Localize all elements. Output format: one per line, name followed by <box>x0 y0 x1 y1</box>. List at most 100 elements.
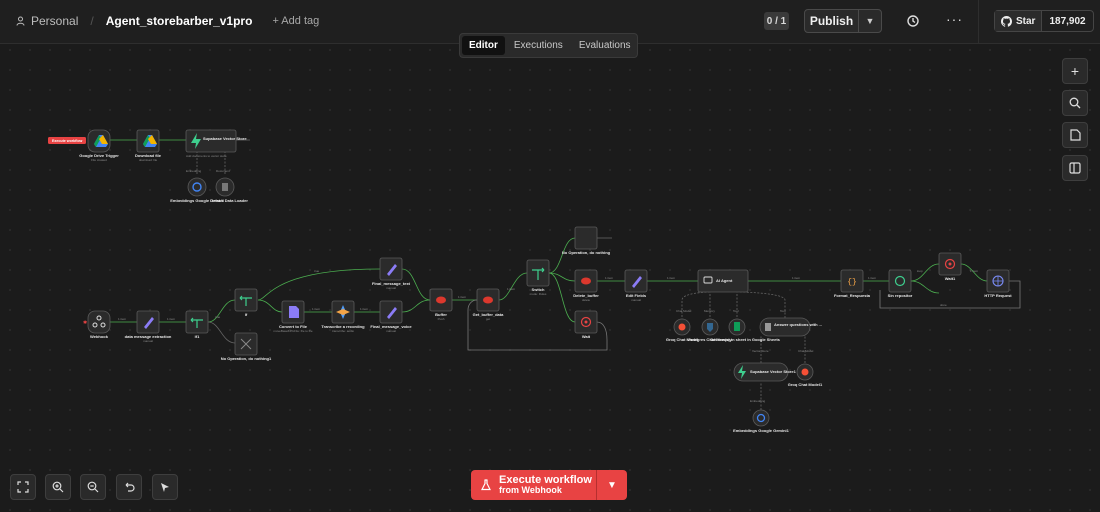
node-edit-fields[interactable]: Edit Fields manual <box>624 269 648 302</box>
redis-icon <box>581 277 591 285</box>
edge <box>257 299 283 313</box>
add-sticky-note-button[interactable] <box>1062 122 1088 148</box>
edge-label: 1 item <box>868 276 877 280</box>
sheets-icon <box>734 322 740 331</box>
node-buffer[interactable]: Buffer Push <box>429 288 453 321</box>
node-label: Embeddings Google Gemini1 <box>733 428 790 433</box>
node-default-data-loader[interactable]: Default Data Loader <box>210 177 248 203</box>
node-label: Supabase Vector Store1 <box>750 369 797 374</box>
tidy-up-icon <box>161 483 169 492</box>
node-supabase-vector-store[interactable]: Supabase Vector Store Add documents to v… <box>185 129 247 158</box>
node-label: HTTP Request <box>984 293 1012 298</box>
node-embeddings-google-gemini-1[interactable]: Embeddings Google Gemini1 <box>733 409 790 433</box>
edge-label: Tool <box>733 309 739 313</box>
node-format-respuesta[interactable]: {} Format_Respuesta <box>834 269 871 298</box>
redis-icon <box>483 296 493 304</box>
node-supabase-vector-store-1[interactable]: Supabase Vector Store1 <box>733 362 797 382</box>
node-groq-chat-model-1[interactable]: Groq Chat Model1 <box>788 363 823 387</box>
edge-label: true <box>215 315 221 319</box>
node-sublabel: delete <box>582 298 591 302</box>
edge <box>401 299 431 313</box>
edge-label: Vector Store <box>752 349 769 353</box>
node-sublabel: download: file <box>139 158 158 162</box>
node-loop[interactable]: Sin repositor <box>888 269 913 298</box>
edge <box>207 321 236 344</box>
edge <box>681 291 711 324</box>
zoom-in-icon <box>52 481 64 493</box>
node-label: Answer questions with ... <box>774 322 822 327</box>
edge-label: 1 item <box>360 307 369 311</box>
node-wait[interactable]: Wait <box>574 310 598 339</box>
trigger-marker-icon: ✱ <box>83 320 87 326</box>
node-sublabel: manual <box>143 339 153 343</box>
node-label: Sin repositor <box>888 293 913 298</box>
node-convert-to-file[interactable]: Convert to File moveBase64ToFile: file t… <box>273 300 313 333</box>
node-label: Wait <box>582 334 591 339</box>
add-node-button[interactable]: + <box>1062 58 1088 84</box>
node-no-operation-1[interactable]: No Operation, do nothing1 <box>221 332 272 361</box>
trigger-badge-label: Execute workflow <box>52 139 83 143</box>
node-label: Format_Respuesta <box>834 293 871 298</box>
node-final-message-voice[interactable]: Final_message_voice manual <box>370 300 412 333</box>
zoom-in-button[interactable] <box>45 474 71 500</box>
redis-icon <box>436 296 446 304</box>
node-delete-buffer[interactable]: Delete_buffer delete <box>573 269 599 302</box>
fit-view-button[interactable] <box>10 474 36 500</box>
undo-button[interactable] <box>116 474 142 500</box>
node-webhook[interactable]: ✱ Webhook <box>83 310 111 339</box>
edge-label: Chat Model <box>798 349 814 353</box>
node-sublabel: manual <box>631 298 641 302</box>
edge <box>910 263 940 282</box>
node-data-message-extraction[interactable]: data message extraction manual <box>125 310 172 343</box>
node-get-buffer-data[interactable]: Get_buffer_data get <box>473 288 504 321</box>
tidy-up-button[interactable] <box>152 474 178 500</box>
node-label: Wait1 <box>945 276 956 281</box>
node-download-file[interactable]: Download file download: file <box>135 129 162 162</box>
workflow-canvas[interactable]: 1 item 1 item true true 1 item 1 item 1 … <box>0 0 1100 512</box>
edge <box>548 237 576 274</box>
edge-label: done <box>940 303 947 307</box>
edge <box>257 268 381 301</box>
edge-label: 1 item <box>458 295 467 299</box>
toggle-panel-button[interactable] <box>1062 155 1088 181</box>
edge-label: Embedding <box>750 399 766 403</box>
node-sublabel: manual <box>386 286 396 290</box>
node-if1[interactable]: If1 <box>185 310 209 339</box>
execute-workflow-button[interactable]: Execute workflow from Webhook <box>471 470 597 500</box>
file-icon <box>289 306 299 318</box>
undo-icon <box>125 482 135 492</box>
node-answer-questions-tool[interactable]: Answer questions with ... <box>759 317 822 337</box>
connections <box>110 139 1021 410</box>
node-ai-agent[interactable]: AI Agent <box>697 269 749 293</box>
search-nodes-button[interactable] <box>1062 90 1088 116</box>
node-label: If1 <box>195 334 200 339</box>
node-switch[interactable]: Switch mode: Rules <box>526 259 550 296</box>
edge-label: 1 item <box>118 317 127 321</box>
execute-options-chevron-icon[interactable]: ▼ <box>597 470 627 500</box>
node-sublabel: Add documents to vector store <box>186 154 227 158</box>
edge <box>739 291 786 318</box>
node-sublabel: manual <box>386 329 396 333</box>
edge-label: 1 item <box>970 269 979 273</box>
node-label: Supabase Vector Store <box>203 136 247 141</box>
node-label: If <box>245 312 248 317</box>
edge-label: Document <box>216 169 230 173</box>
node-sublabel: Push <box>438 317 445 321</box>
node-google-drive-trigger[interactable]: Google Drive Trigger File created <box>79 129 119 162</box>
sticky-note-icon <box>1069 129 1081 141</box>
edge-label: 1 item <box>605 276 614 280</box>
node-label: Get row(s) in sheet in Google Sheets <box>710 337 781 342</box>
zoom-out-button[interactable] <box>80 474 106 500</box>
node-http-request[interactable]: HTTP Request <box>984 269 1012 298</box>
groq-icon <box>801 368 809 376</box>
edge <box>207 299 236 323</box>
execute-sublabel: from Webhook <box>499 485 562 496</box>
edge-label: Tool <box>780 309 786 313</box>
edge-label: Chat Model <box>676 309 692 313</box>
node-final-message-text[interactable]: Final_message_text manual <box>372 257 411 290</box>
edge-label: Memory <box>704 309 715 313</box>
node-if[interactable]: If <box>234 288 258 317</box>
node-wait-1[interactable]: Wait1 <box>938 252 962 281</box>
node-transcribe-recording[interactable]: Transcribe a recording transcribe: audio <box>321 300 365 333</box>
edge-label: 1 item <box>507 287 516 291</box>
